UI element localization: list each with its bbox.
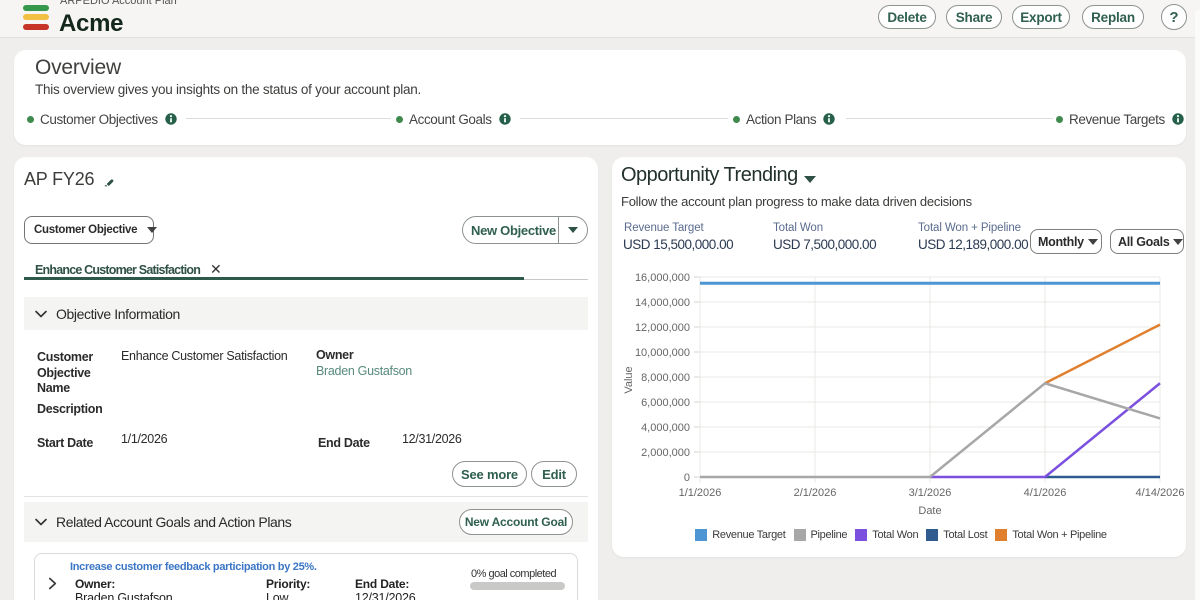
svg-text:Value: Value [623,366,635,393]
svg-text:16,000,000: 16,000,000 [635,272,690,284]
svg-text:8,000,000: 8,000,000 [641,372,690,384]
svg-text:Date: Date [918,505,941,517]
svg-text:2/1/2026: 2/1/2026 [794,487,837,499]
svg-text:3/1/2026: 3/1/2026 [909,487,952,499]
svg-text:4/14/2026: 4/14/2026 [1136,487,1185,499]
svg-text:14,000,000: 14,000,000 [635,297,690,309]
svg-text:2,000,000: 2,000,000 [641,447,690,459]
svg-text:4/1/2026: 4/1/2026 [1024,487,1067,499]
svg-text:4,000,000: 4,000,000 [641,422,690,434]
svg-text:12,000,000: 12,000,000 [635,322,690,334]
svg-text:6,000,000: 6,000,000 [641,397,690,409]
svg-text:10,000,000: 10,000,000 [635,347,690,359]
svg-text:0: 0 [684,472,690,484]
svg-text:1/1/2026: 1/1/2026 [679,487,722,499]
